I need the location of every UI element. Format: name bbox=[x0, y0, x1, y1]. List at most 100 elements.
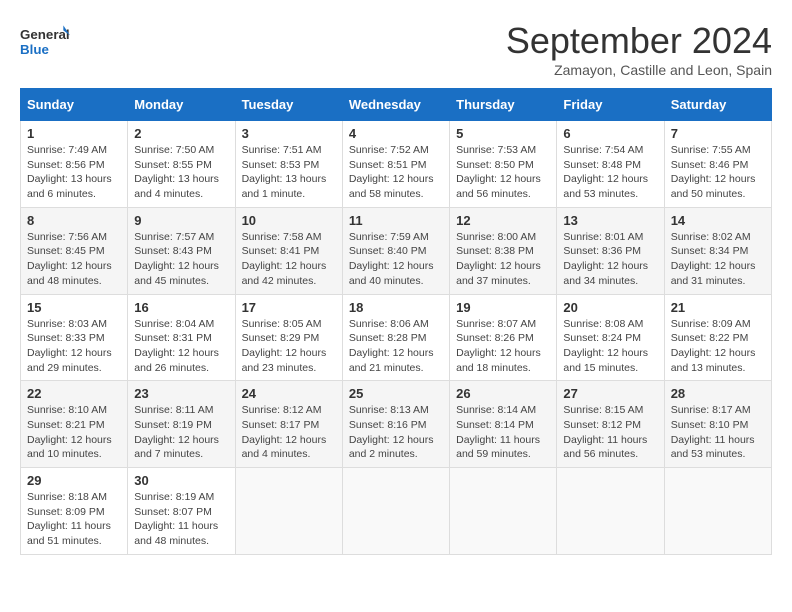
day-number: 21 bbox=[671, 300, 765, 315]
day-info: Sunrise: 8:18 AMSunset: 8:09 PMDaylight:… bbox=[27, 491, 111, 547]
day-info: Sunrise: 8:05 AMSunset: 8:29 PMDaylight:… bbox=[242, 318, 327, 374]
day-number: 6 bbox=[563, 126, 657, 141]
day-cell bbox=[450, 468, 557, 555]
day-info: Sunrise: 8:09 AMSunset: 8:22 PMDaylight:… bbox=[671, 318, 756, 374]
day-info: Sunrise: 8:10 AMSunset: 8:21 PMDaylight:… bbox=[27, 404, 112, 460]
day-info: Sunrise: 7:55 AMSunset: 8:46 PMDaylight:… bbox=[671, 144, 756, 200]
day-number: 3 bbox=[242, 126, 336, 141]
day-number: 22 bbox=[27, 386, 121, 401]
day-cell: 25 Sunrise: 8:13 AMSunset: 8:16 PMDaylig… bbox=[342, 381, 449, 468]
day-number: 16 bbox=[134, 300, 228, 315]
day-cell bbox=[664, 468, 771, 555]
day-number: 20 bbox=[563, 300, 657, 315]
header-sunday: Sunday bbox=[21, 89, 128, 121]
day-cell: 26 Sunrise: 8:14 AMSunset: 8:14 PMDaylig… bbox=[450, 381, 557, 468]
week-row-2: 8 Sunrise: 7:56 AMSunset: 8:45 PMDayligh… bbox=[21, 207, 772, 294]
day-cell: 9 Sunrise: 7:57 AMSunset: 8:43 PMDayligh… bbox=[128, 207, 235, 294]
day-cell: 5 Sunrise: 7:53 AMSunset: 8:50 PMDayligh… bbox=[450, 121, 557, 208]
calendar-table: Sunday Monday Tuesday Wednesday Thursday… bbox=[20, 88, 772, 555]
day-cell: 21 Sunrise: 8:09 AMSunset: 8:22 PMDaylig… bbox=[664, 294, 771, 381]
day-number: 2 bbox=[134, 126, 228, 141]
header-thursday: Thursday bbox=[450, 89, 557, 121]
svg-text:General: General bbox=[20, 27, 70, 42]
location-title: Zamayon, Castille and Leon, Spain bbox=[506, 62, 772, 78]
day-cell bbox=[342, 468, 449, 555]
day-cell: 12 Sunrise: 8:00 AMSunset: 8:38 PMDaylig… bbox=[450, 207, 557, 294]
day-info: Sunrise: 7:49 AMSunset: 8:56 PMDaylight:… bbox=[27, 144, 112, 200]
day-number: 11 bbox=[349, 213, 443, 228]
day-number: 23 bbox=[134, 386, 228, 401]
day-number: 12 bbox=[456, 213, 550, 228]
day-info: Sunrise: 8:14 AMSunset: 8:14 PMDaylight:… bbox=[456, 404, 540, 460]
header-tuesday: Tuesday bbox=[235, 89, 342, 121]
day-cell: 6 Sunrise: 7:54 AMSunset: 8:48 PMDayligh… bbox=[557, 121, 664, 208]
day-cell: 29 Sunrise: 8:18 AMSunset: 8:09 PMDaylig… bbox=[21, 468, 128, 555]
calendar-header-row: Sunday Monday Tuesday Wednesday Thursday… bbox=[21, 89, 772, 121]
logo: General Blue bbox=[20, 20, 70, 65]
day-cell: 4 Sunrise: 7:52 AMSunset: 8:51 PMDayligh… bbox=[342, 121, 449, 208]
day-info: Sunrise: 8:00 AMSunset: 8:38 PMDaylight:… bbox=[456, 231, 541, 287]
day-number: 18 bbox=[349, 300, 443, 315]
day-cell: 18 Sunrise: 8:06 AMSunset: 8:28 PMDaylig… bbox=[342, 294, 449, 381]
header-monday: Monday bbox=[128, 89, 235, 121]
day-info: Sunrise: 7:59 AMSunset: 8:40 PMDaylight:… bbox=[349, 231, 434, 287]
day-cell: 28 Sunrise: 8:17 AMSunset: 8:10 PMDaylig… bbox=[664, 381, 771, 468]
day-cell: 15 Sunrise: 8:03 AMSunset: 8:33 PMDaylig… bbox=[21, 294, 128, 381]
day-number: 4 bbox=[349, 126, 443, 141]
day-number: 15 bbox=[27, 300, 121, 315]
day-info: Sunrise: 7:56 AMSunset: 8:45 PMDaylight:… bbox=[27, 231, 112, 287]
svg-text:Blue: Blue bbox=[20, 42, 49, 57]
day-cell: 17 Sunrise: 8:05 AMSunset: 8:29 PMDaylig… bbox=[235, 294, 342, 381]
day-number: 17 bbox=[242, 300, 336, 315]
day-cell: 8 Sunrise: 7:56 AMSunset: 8:45 PMDayligh… bbox=[21, 207, 128, 294]
day-info: Sunrise: 7:52 AMSunset: 8:51 PMDaylight:… bbox=[349, 144, 434, 200]
week-row-4: 22 Sunrise: 8:10 AMSunset: 8:21 PMDaylig… bbox=[21, 381, 772, 468]
day-info: Sunrise: 8:02 AMSunset: 8:34 PMDaylight:… bbox=[671, 231, 756, 287]
day-info: Sunrise: 7:57 AMSunset: 8:43 PMDaylight:… bbox=[134, 231, 219, 287]
day-cell: 19 Sunrise: 8:07 AMSunset: 8:26 PMDaylig… bbox=[450, 294, 557, 381]
day-number: 7 bbox=[671, 126, 765, 141]
day-cell: 13 Sunrise: 8:01 AMSunset: 8:36 PMDaylig… bbox=[557, 207, 664, 294]
day-info: Sunrise: 8:08 AMSunset: 8:24 PMDaylight:… bbox=[563, 318, 648, 374]
month-title: September 2024 bbox=[506, 20, 772, 62]
day-info: Sunrise: 8:17 AMSunset: 8:10 PMDaylight:… bbox=[671, 404, 755, 460]
day-cell: 22 Sunrise: 8:10 AMSunset: 8:21 PMDaylig… bbox=[21, 381, 128, 468]
day-cell bbox=[235, 468, 342, 555]
day-number: 10 bbox=[242, 213, 336, 228]
day-cell: 27 Sunrise: 8:15 AMSunset: 8:12 PMDaylig… bbox=[557, 381, 664, 468]
title-area: September 2024 Zamayon, Castille and Leo… bbox=[506, 20, 772, 78]
day-cell: 30 Sunrise: 8:19 AMSunset: 8:07 PMDaylig… bbox=[128, 468, 235, 555]
day-info: Sunrise: 8:12 AMSunset: 8:17 PMDaylight:… bbox=[242, 404, 327, 460]
day-number: 1 bbox=[27, 126, 121, 141]
day-number: 28 bbox=[671, 386, 765, 401]
day-number: 8 bbox=[27, 213, 121, 228]
day-info: Sunrise: 8:07 AMSunset: 8:26 PMDaylight:… bbox=[456, 318, 541, 374]
day-info: Sunrise: 8:01 AMSunset: 8:36 PMDaylight:… bbox=[563, 231, 648, 287]
day-cell: 24 Sunrise: 8:12 AMSunset: 8:17 PMDaylig… bbox=[235, 381, 342, 468]
week-row-3: 15 Sunrise: 8:03 AMSunset: 8:33 PMDaylig… bbox=[21, 294, 772, 381]
logo-svg: General Blue bbox=[20, 20, 70, 65]
day-number: 13 bbox=[563, 213, 657, 228]
day-info: Sunrise: 8:13 AMSunset: 8:16 PMDaylight:… bbox=[349, 404, 434, 460]
day-cell: 11 Sunrise: 7:59 AMSunset: 8:40 PMDaylig… bbox=[342, 207, 449, 294]
day-cell: 2 Sunrise: 7:50 AMSunset: 8:55 PMDayligh… bbox=[128, 121, 235, 208]
day-info: Sunrise: 8:03 AMSunset: 8:33 PMDaylight:… bbox=[27, 318, 112, 374]
day-number: 25 bbox=[349, 386, 443, 401]
day-info: Sunrise: 8:11 AMSunset: 8:19 PMDaylight:… bbox=[134, 404, 219, 460]
day-number: 9 bbox=[134, 213, 228, 228]
day-info: Sunrise: 7:58 AMSunset: 8:41 PMDaylight:… bbox=[242, 231, 327, 287]
day-cell bbox=[557, 468, 664, 555]
header-wednesday: Wednesday bbox=[342, 89, 449, 121]
day-info: Sunrise: 8:06 AMSunset: 8:28 PMDaylight:… bbox=[349, 318, 434, 374]
day-info: Sunrise: 8:19 AMSunset: 8:07 PMDaylight:… bbox=[134, 491, 218, 547]
day-number: 14 bbox=[671, 213, 765, 228]
page-header: General Blue September 2024 Zamayon, Cas… bbox=[20, 20, 772, 78]
day-cell: 14 Sunrise: 8:02 AMSunset: 8:34 PMDaylig… bbox=[664, 207, 771, 294]
day-number: 5 bbox=[456, 126, 550, 141]
day-cell: 3 Sunrise: 7:51 AMSunset: 8:53 PMDayligh… bbox=[235, 121, 342, 208]
day-number: 26 bbox=[456, 386, 550, 401]
day-info: Sunrise: 8:04 AMSunset: 8:31 PMDaylight:… bbox=[134, 318, 219, 374]
day-cell: 20 Sunrise: 8:08 AMSunset: 8:24 PMDaylig… bbox=[557, 294, 664, 381]
day-number: 30 bbox=[134, 473, 228, 488]
day-cell: 16 Sunrise: 8:04 AMSunset: 8:31 PMDaylig… bbox=[128, 294, 235, 381]
